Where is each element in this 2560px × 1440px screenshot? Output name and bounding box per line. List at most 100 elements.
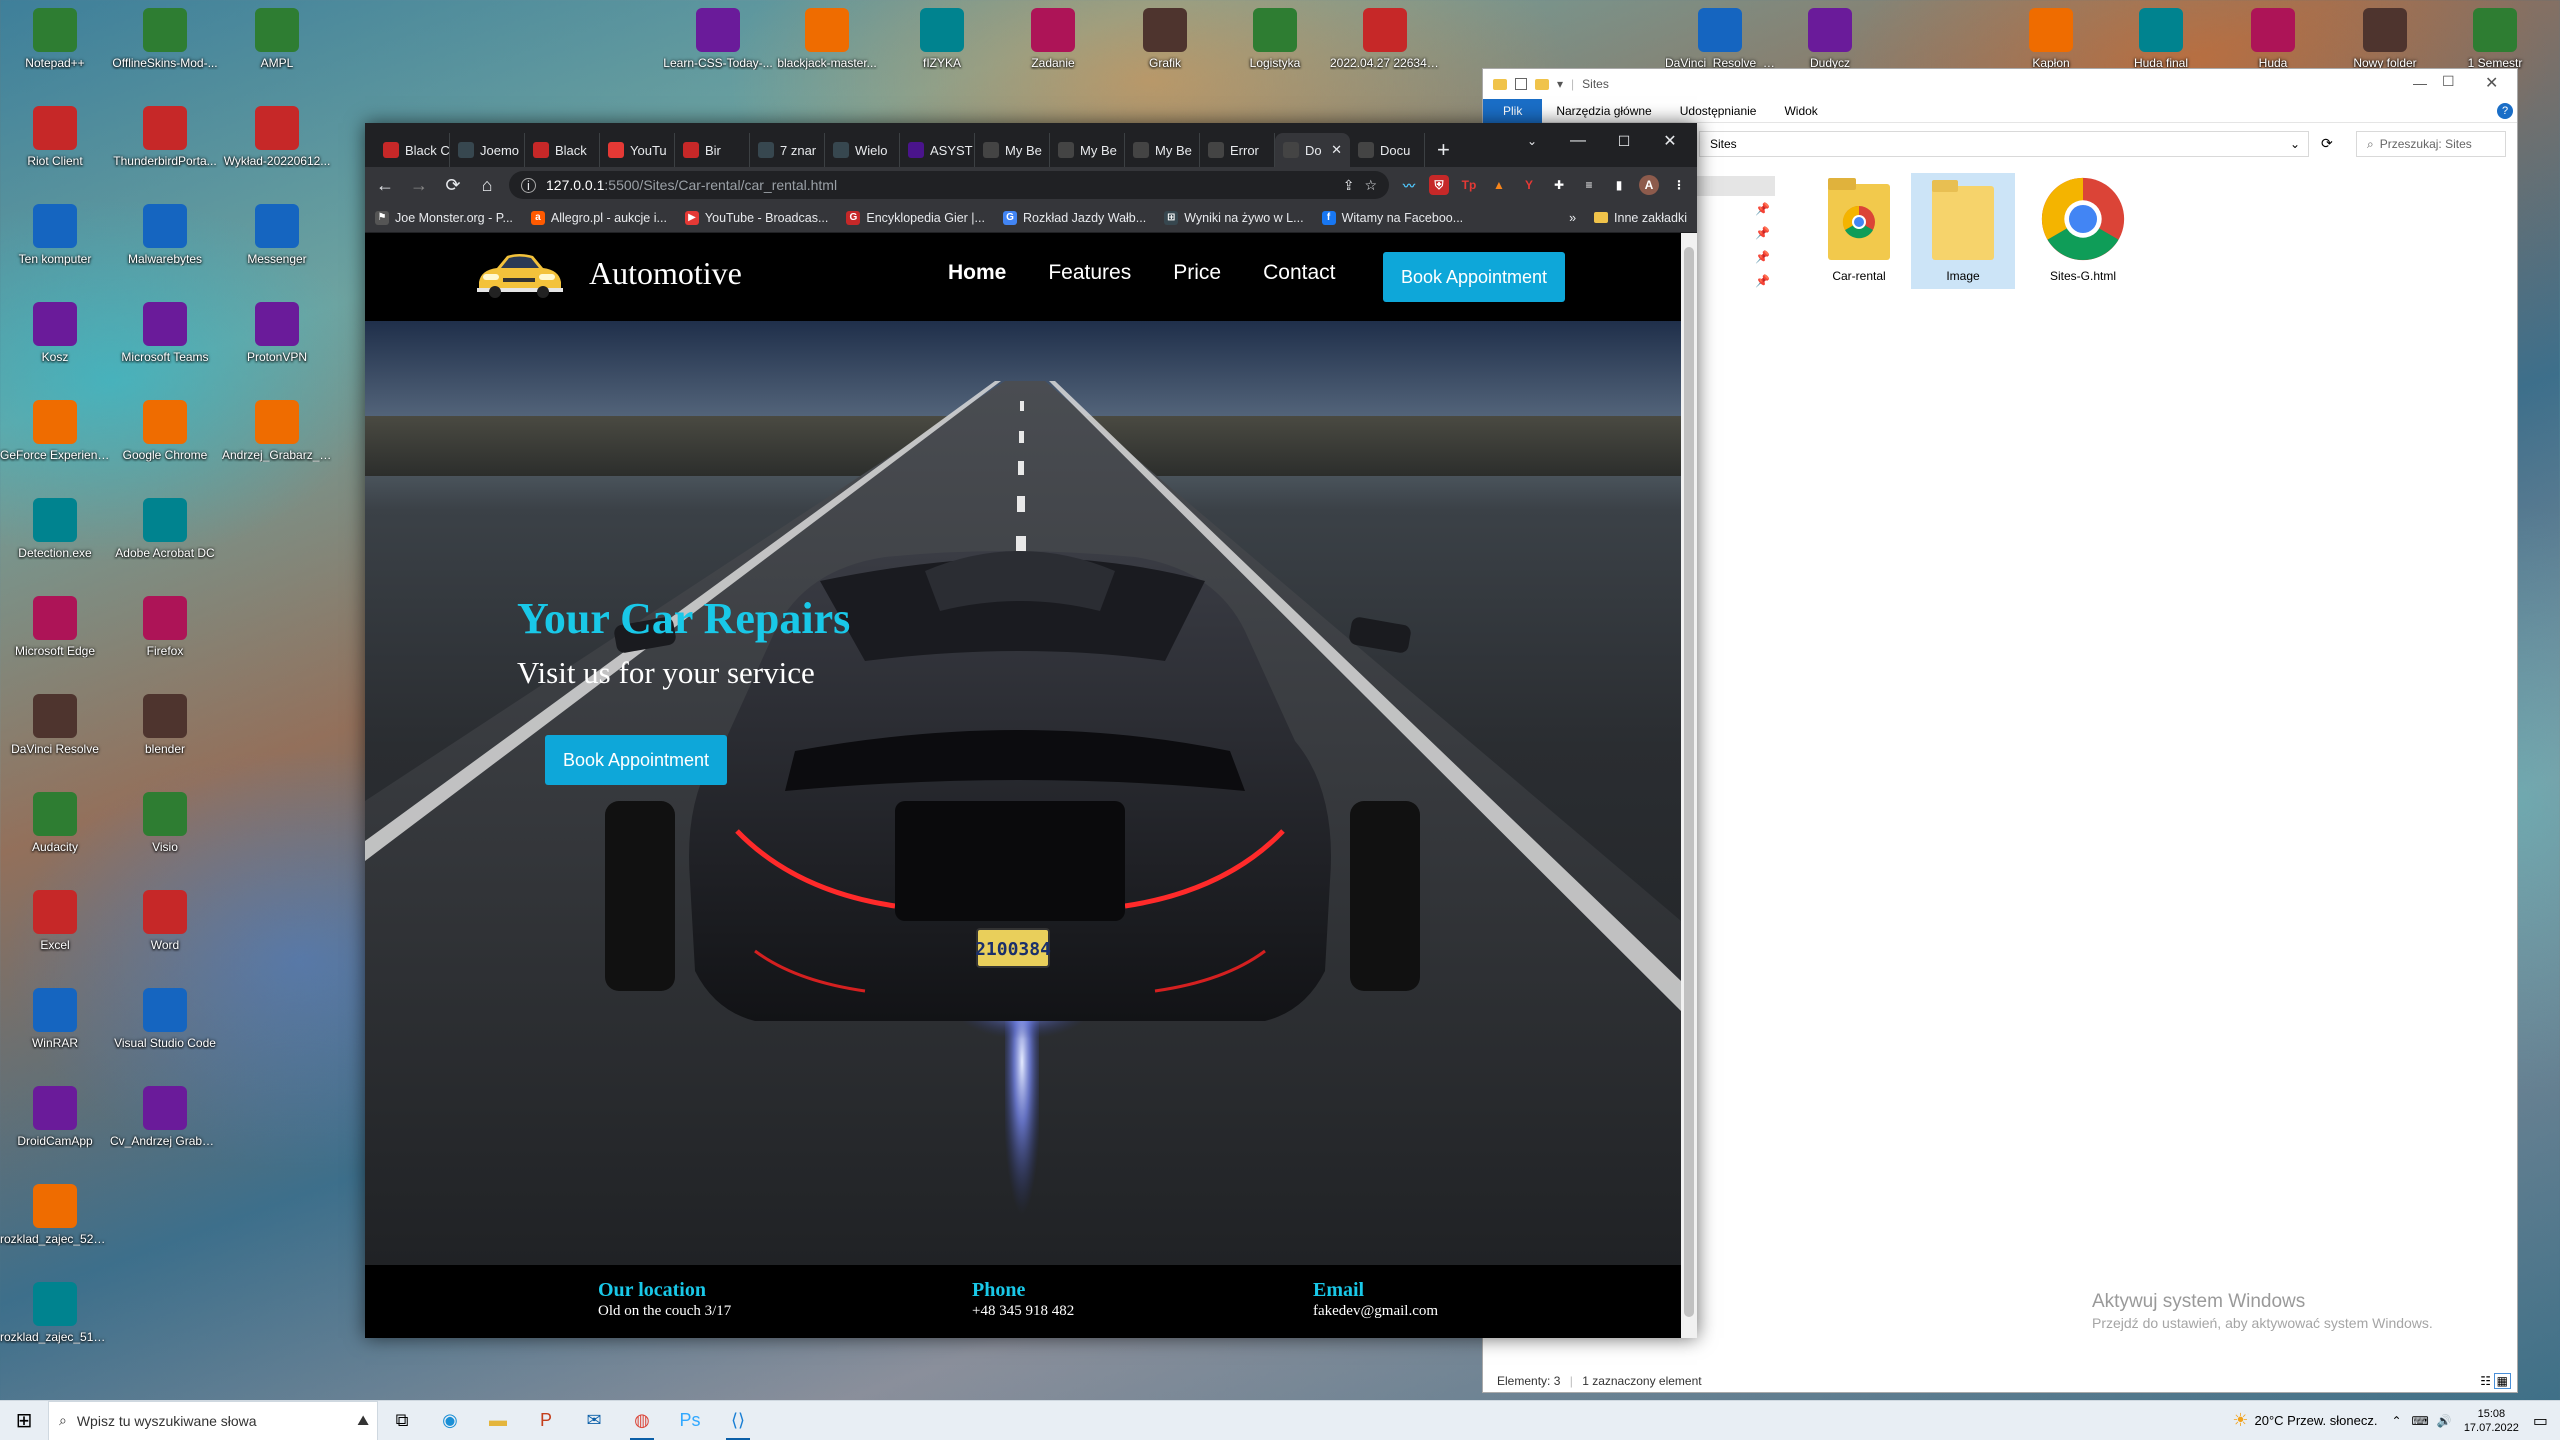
powerpoint-icon[interactable]: P <box>522 1401 570 1440</box>
photoshop-icon[interactable]: Ps <box>666 1401 714 1440</box>
details-view-icon[interactable]: ☷ <box>2480 1374 2491 1388</box>
desktop-icon[interactable]: DroidCamApp <box>0 1086 110 1148</box>
home-icon[interactable]: ⌂ <box>475 175 499 196</box>
ribbon-tab-file[interactable]: Plik <box>1483 98 1543 123</box>
volume-icon[interactable]: 🔊 <box>2437 1414 2452 1428</box>
minimize-button[interactable]: — <box>1555 123 1601 159</box>
desktop-icon[interactable]: Nowy folder <box>2330 8 2440 70</box>
side-panel-icon[interactable]: ▮ <box>1609 175 1629 195</box>
bookmark-item[interactable]: ⚑ Joe Monster.org - P... <box>375 210 513 225</box>
profile-avatar[interactable]: A <box>1639 175 1659 195</box>
browser-tab[interactable]: Do ✕ <box>1275 133 1350 167</box>
bookmark-item[interactable]: G Rozkład Jazdy Wałb... <box>1002 210 1146 225</box>
footer-value[interactable]: +48 345 918 482 <box>972 1303 1074 1320</box>
brand-name[interactable]: Automotive <box>589 255 742 292</box>
desktop-icon[interactable]: Riot Client <box>0 106 110 168</box>
desktop-icon[interactable]: Adobe Acrobat DC <box>110 498 220 560</box>
maximize-button[interactable]: ☐ <box>2442 73 2455 90</box>
network-icon[interactable]: ⌨ <box>2412 1414 2429 1428</box>
refresh-icon[interactable]: ⟳ <box>2321 135 2333 152</box>
ribbon-tab-home[interactable]: Narzędzia główne <box>1542 99 1665 123</box>
desktop-icon[interactable]: 1 Semestr <box>2440 8 2550 70</box>
desktop-icon[interactable]: blackjack-master... <box>772 8 882 70</box>
file-item-sites-g-html[interactable]: Sites-G.html <box>2031 173 2135 283</box>
browser-tab[interactable]: Black <box>525 133 600 167</box>
desktop-icon[interactable]: Huda <box>2218 8 2328 70</box>
start-button[interactable]: ⊞ <box>0 1401 48 1440</box>
folder-item-image[interactable]: Image <box>1911 173 2015 289</box>
desktop-icon[interactable]: Visio <box>110 792 220 854</box>
desktop-icon[interactable]: WinRAR <box>0 988 110 1050</box>
desktop-icon[interactable]: Zadanie <box>998 8 1108 70</box>
desktop-icon[interactable]: Cv_Andrzej Grabarz.pdf <box>110 1086 220 1148</box>
browser-tab[interactable]: YouTu <box>600 133 675 167</box>
folder-item-car-rental[interactable]: Car-rental <box>1807 173 1911 283</box>
extension-wave-icon[interactable]: 〰 <box>1399 175 1419 195</box>
checkbox-icon[interactable] <box>1515 78 1527 90</box>
desktop-icon[interactable]: 2022.04.27 226348... <box>1330 8 1440 70</box>
mail-icon[interactable]: ✉ <box>570 1401 618 1440</box>
chevron-down-icon[interactable]: ⌄ <box>2290 137 2300 151</box>
desktop-icon[interactable]: ProtonVPN <box>222 302 332 364</box>
bookmarks-overflow-button[interactable]: » <box>1569 211 1576 225</box>
car-logo-icon[interactable] <box>473 248 565 298</box>
ribbon-tab-view[interactable]: Widok <box>1770 99 1831 123</box>
menu-kebab-icon[interactable]: ⋮ <box>1669 175 1689 195</box>
bookmark-item[interactable]: G Encyklopedia Gier |... <box>846 210 985 225</box>
desktop-icon[interactable]: Ten komputer <box>0 204 110 266</box>
desktop-icon[interactable]: Malwarebytes <box>110 204 220 266</box>
extension-metamask-icon[interactable]: ▲ <box>1489 175 1509 195</box>
desktop-icon[interactable]: Microsoft Teams <box>110 302 220 364</box>
desktop-icon[interactable]: Google Chrome <box>110 400 220 462</box>
large-icons-view-icon[interactable]: ▦ <box>2493 1373 2511 1389</box>
nav-link-contact[interactable]: Contact <box>1263 261 1335 285</box>
desktop-icon[interactable]: OfflineSkins-Mod-... <box>110 8 220 70</box>
desktop-icon[interactable]: Logistyka <box>1220 8 1330 70</box>
browser-tab[interactable]: Docu <box>1350 133 1425 167</box>
file-explorer-icon[interactable]: ▬ <box>474 1401 522 1440</box>
other-bookmarks-folder[interactable]: Inne zakładki <box>1594 211 1687 225</box>
desktop-icon[interactable]: Kapłon <box>1996 8 2106 70</box>
chrome-taskbar-icon[interactable]: ◍ <box>618 1401 666 1440</box>
desktop-icon[interactable]: Wykład-20220612... <box>222 106 332 168</box>
quick-access-dropdown-icon[interactable]: ▾ <box>1557 77 1563 91</box>
desktop-icon[interactable]: Grafik <box>1110 8 1220 70</box>
extension-ublock-icon[interactable]: ⛨ <box>1429 175 1449 195</box>
desktop-icon[interactable]: fIZYKA <box>887 8 997 70</box>
nav-link-price[interactable]: Price <box>1173 261 1221 285</box>
desktop-icon[interactable]: Learn-CSS-Today-... <box>663 8 773 70</box>
desktop-icon[interactable]: Excel <box>0 890 110 952</box>
media-control-icon[interactable]: ≡ <box>1579 175 1599 195</box>
bookmark-item[interactable]: a Allegro.pl - aukcje i... <box>530 210 667 225</box>
desktop-icon[interactable]: DaVinci_Resolve_1... <box>1665 8 1775 70</box>
desktop-icon[interactable]: Detection.exe <box>0 498 110 560</box>
tab-search-icon[interactable]: ⌄ <box>1509 123 1555 159</box>
taskbar-search-box[interactable]: ⌕ Wpisz tu wyszukiwane słowa ⛰ <box>48 1400 378 1440</box>
explorer-address-bar[interactable]: Sites ⌄ <box>1699 131 2309 157</box>
nav-book-appointment-button[interactable]: Book Appointment <box>1383 252 1565 302</box>
browser-tab[interactable]: 7 znar <box>750 133 825 167</box>
desktop-icon[interactable]: AMPL <box>222 8 332 70</box>
desktop-icon[interactable]: rozklad_zajec_510... <box>0 1282 110 1344</box>
desktop-icon[interactable]: ThunderbirdPorta... <box>110 106 220 168</box>
share-icon[interactable]: ⇪ <box>1343 177 1355 194</box>
browser-tab[interactable]: Joemo <box>450 133 525 167</box>
desktop-icon[interactable]: Word <box>110 890 220 952</box>
bookmark-item[interactable]: ⊞ Wyniki na żywo w L... <box>1164 210 1304 225</box>
nav-pane-selected-row[interactable] <box>1697 176 1775 196</box>
desktop-icon[interactable]: DaVinci Resolve <box>0 694 110 756</box>
desktop-icon[interactable]: Andrzej_Grabarz_C... <box>222 400 332 462</box>
desktop-icon[interactable]: Visual Studio Code <box>110 988 220 1050</box>
forward-icon[interactable]: → <box>407 175 431 196</box>
bookmark-item[interactable]: ▶ YouTube - Broadcas... <box>684 210 828 225</box>
ribbon-tab-share[interactable]: Udostępnianie <box>1666 99 1771 123</box>
weather-text[interactable]: 20°C Przew. słonecz. <box>2254 1413 2377 1428</box>
footer-value[interactable]: fakedev@gmail.com <box>1313 1303 1438 1320</box>
desktop-icon[interactable]: Microsoft Edge <box>0 596 110 658</box>
desktop-icon[interactable]: Notepad++ <box>0 8 110 70</box>
desktop-icon[interactable]: Firefox <box>110 596 220 658</box>
desktop-icon[interactable]: Messenger <box>222 204 332 266</box>
back-icon[interactable]: ← <box>373 175 397 196</box>
clock[interactable]: 15:08 17.07.2022 <box>2464 1407 2519 1435</box>
help-icon[interactable]: ? <box>2497 102 2513 119</box>
